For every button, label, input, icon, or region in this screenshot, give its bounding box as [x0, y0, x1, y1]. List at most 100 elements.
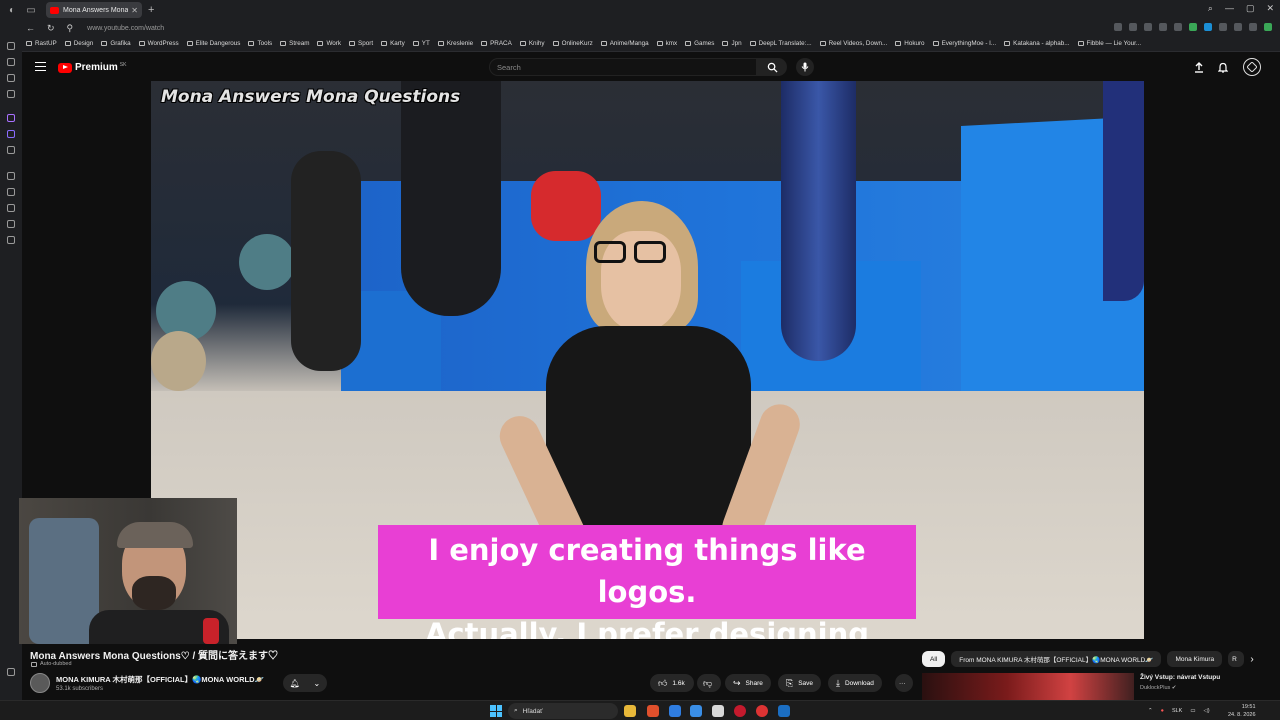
app-icon[interactable]: [690, 705, 702, 717]
microphone-icon[interactable]: ●: [1161, 708, 1164, 714]
dislike-button[interactable]: 👎︎: [697, 674, 721, 692]
history-icon[interactable]: [7, 172, 15, 180]
sidebar-app-icon[interactable]: [7, 146, 15, 154]
site-info-icon[interactable]: ⚲: [67, 23, 74, 34]
windows-start-icon[interactable]: [490, 705, 502, 717]
bookmark-item[interactable]: Games: [685, 40, 714, 47]
hamburger-menu-icon[interactable]: [35, 62, 46, 71]
download-button[interactable]: ⤓ Download: [828, 674, 882, 692]
account-avatar[interactable]: [1243, 58, 1261, 76]
bookmark-item[interactable]: Work: [317, 40, 341, 47]
voice-search-button[interactable]: [796, 58, 814, 76]
channel-name[interactable]: MONA KIMURA 木村萌那【OFFICIAL】🌏MONA WORLD🪐: [56, 674, 264, 685]
sidebar-app-icon[interactable]: [7, 74, 15, 82]
chip-all[interactable]: All: [922, 651, 946, 667]
notifications-bell-icon[interactable]: [1216, 60, 1230, 74]
extension-icon[interactable]: [1234, 23, 1242, 31]
bookmark-item[interactable]: RastUP: [26, 40, 57, 47]
subscription-bell-button[interactable]: 🔔︎ ⌄: [283, 674, 327, 692]
bookmark-item[interactable]: Design: [64, 40, 93, 47]
bookmark-item[interactable]: Anime/Manga: [600, 40, 649, 47]
settings-icon[interactable]: [7, 236, 15, 244]
browser-tab[interactable]: Mona Answers Mona Q ✕: [46, 2, 142, 18]
browser-menu-icon[interactable]: ◐: [5, 3, 19, 17]
maximize-icon[interactable]: ▢: [1246, 3, 1255, 14]
twitch-icon[interactable]: [7, 114, 15, 122]
save-button[interactable]: ⎘ Save: [778, 674, 822, 692]
extension-icon[interactable]: [1129, 23, 1137, 31]
tray-chevron-up-icon[interactable]: ⌃: [1148, 708, 1153, 714]
player-icon[interactable]: [7, 188, 15, 196]
sidebar-app-icon[interactable]: [7, 204, 15, 212]
bookmark-item[interactable]: OnlineKurz: [552, 40, 593, 47]
bookmark-item[interactable]: Sport: [349, 40, 373, 47]
like-button[interactable]: 👍︎ 1.6k: [650, 674, 694, 692]
chip-mona-kimura[interactable]: Mona Kimura: [1167, 651, 1223, 667]
search-tabs-icon[interactable]: ⌕: [1208, 3, 1213, 14]
bookmark-item[interactable]: Hokuro: [895, 40, 925, 47]
tab-close-icon[interactable]: ✕: [131, 6, 138, 15]
taskbar-clock[interactable]: 19:51 24. 8. 2026: [1228, 703, 1256, 719]
bookmark-item[interactable]: PRACA: [481, 40, 512, 47]
more-icon[interactable]: [7, 668, 15, 676]
bookmark-item[interactable]: Kreslenie: [437, 40, 473, 47]
youtube-logo[interactable]: Premium SK: [58, 62, 126, 73]
sidebar-app-icon[interactable]: [7, 90, 15, 98]
taskbar-search[interactable]: ⌕ Hľadať: [508, 703, 618, 719]
related-video-title[interactable]: Živý Vstup: návrat Vstupu: [1140, 674, 1220, 681]
bookmark-item[interactable]: YT: [412, 40, 430, 47]
extension-icon[interactable]: [1189, 23, 1197, 31]
chip-partial[interactable]: R: [1228, 651, 1245, 667]
bookmark-item[interactable]: Katakana - alphab...: [1004, 40, 1070, 47]
back-icon[interactable]: ←: [26, 23, 35, 34]
chip-from-channel[interactable]: From MONA KIMURA 木村萌那【OFFICIAL】🌏MONA WOR…: [951, 651, 1162, 667]
extension-icon[interactable]: [1204, 23, 1212, 31]
tab-list-icon[interactable]: ▭: [24, 3, 38, 17]
bookmark-item[interactable]: EverythingMoe - I...: [932, 40, 996, 47]
bookmark-item[interactable]: Knihy: [519, 40, 545, 47]
bookmark-item[interactable]: WordPress: [138, 40, 179, 47]
chevron-right-icon[interactable]: ›: [1244, 651, 1260, 667]
bookmark-item[interactable]: kmx: [656, 40, 677, 47]
keyboard-language[interactable]: SLK: [1172, 708, 1182, 714]
volume-icon[interactable]: ◁): [1204, 708, 1210, 714]
brave-browser-icon[interactable]: [647, 705, 659, 717]
network-icon[interactable]: ▭: [1190, 708, 1195, 714]
sidebar-app-icon[interactable]: [7, 58, 15, 66]
more-actions-button[interactable]: ···: [895, 674, 913, 692]
search-input[interactable]: Search: [489, 58, 757, 76]
app-icon[interactable]: [756, 705, 768, 717]
video-player[interactable]: Mona Answers Mona Questions I enjoy crea…: [151, 81, 1144, 639]
minimize-icon[interactable]: —: [1225, 3, 1234, 14]
extension-icon[interactable]: [1144, 23, 1152, 31]
steam-icon[interactable]: [778, 705, 790, 717]
extension-icon[interactable]: [1159, 23, 1167, 31]
search-button[interactable]: [757, 58, 787, 76]
extension-icon[interactable]: [1114, 23, 1122, 31]
sidebar-app-icon[interactable]: [7, 220, 15, 228]
bookmark-item[interactable]: Stream: [280, 40, 309, 47]
extension-icon[interactable]: [1264, 23, 1272, 31]
app-icon[interactable]: [669, 705, 681, 717]
share-button[interactable]: ↪ Share: [725, 674, 771, 692]
bookmark-item[interactable]: Karty: [381, 40, 405, 47]
upload-icon[interactable]: [1192, 60, 1206, 74]
sidebar-app-icon[interactable]: [7, 130, 15, 138]
extension-icon[interactable]: [1174, 23, 1182, 31]
url-field[interactable]: www.youtube.com/watch: [87, 25, 164, 32]
bookmark-item[interactable]: Elite Dangerous: [186, 40, 240, 47]
bookmark-item[interactable]: Fibble — Lie Your...: [1077, 40, 1141, 47]
bookmark-item[interactable]: Reel Videos, Down...: [819, 40, 887, 47]
extension-icon[interactable]: [1249, 23, 1257, 31]
bookmark-item[interactable]: Jpn: [722, 40, 742, 47]
opera-icon[interactable]: [734, 705, 746, 717]
bookmark-item[interactable]: Grafika: [101, 40, 131, 47]
reload-icon[interactable]: ↻: [47, 23, 55, 34]
file-explorer-icon[interactable]: [624, 705, 636, 717]
channel-avatar[interactable]: [30, 673, 50, 693]
sidebar-app-icon[interactable]: [7, 42, 15, 50]
close-window-icon[interactable]: ✕: [1266, 3, 1274, 14]
new-tab-button[interactable]: +: [148, 4, 154, 16]
extension-icon[interactable]: [1219, 23, 1227, 31]
related-video-thumbnail[interactable]: [922, 673, 1134, 700]
